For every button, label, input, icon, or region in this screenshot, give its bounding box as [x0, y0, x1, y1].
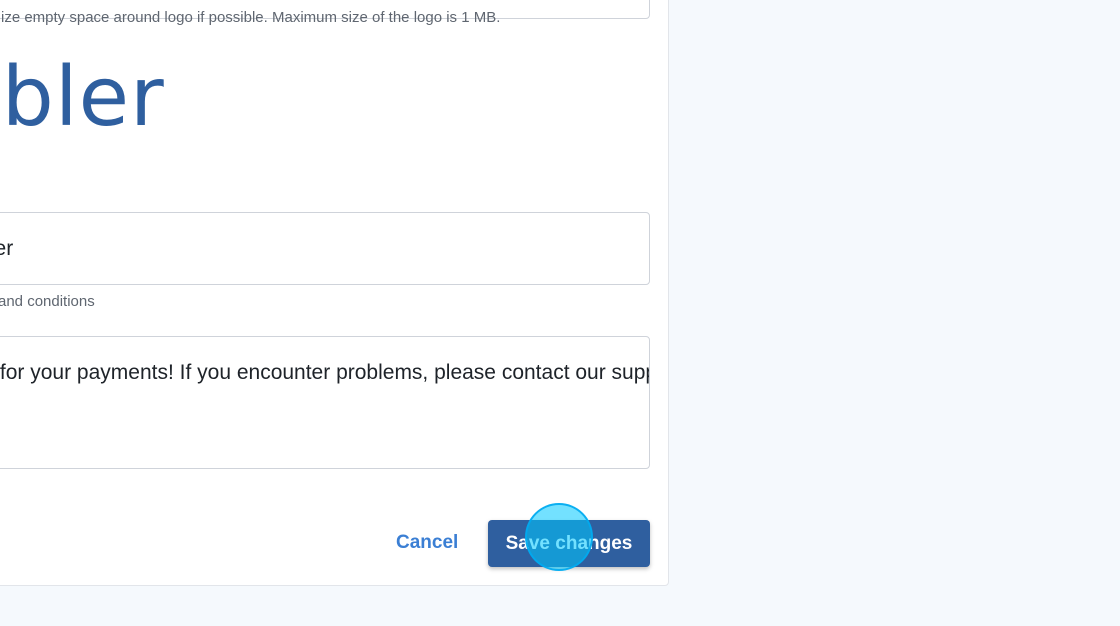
brand-logo: Tabler: [0, 51, 165, 145]
save-changes-button[interactable]: Save changes: [488, 520, 650, 567]
logo-preview: Tabler: [0, 51, 261, 161]
message-value: Thank you for your payments! If you enco…: [0, 361, 649, 384]
company-name-input[interactable]: Tabler: [0, 212, 650, 285]
message-textarea[interactable]: Thank you for your payments! If you enco…: [0, 336, 650, 469]
settings-card: Minimize empty space around logo if poss…: [0, 0, 669, 586]
logo-hint: Minimize empty space around logo if poss…: [0, 9, 501, 26]
company-name-value: Tabler: [0, 237, 14, 260]
terms-hint: Terms and conditions: [0, 293, 95, 310]
cancel-button[interactable]: Cancel: [396, 532, 458, 554]
